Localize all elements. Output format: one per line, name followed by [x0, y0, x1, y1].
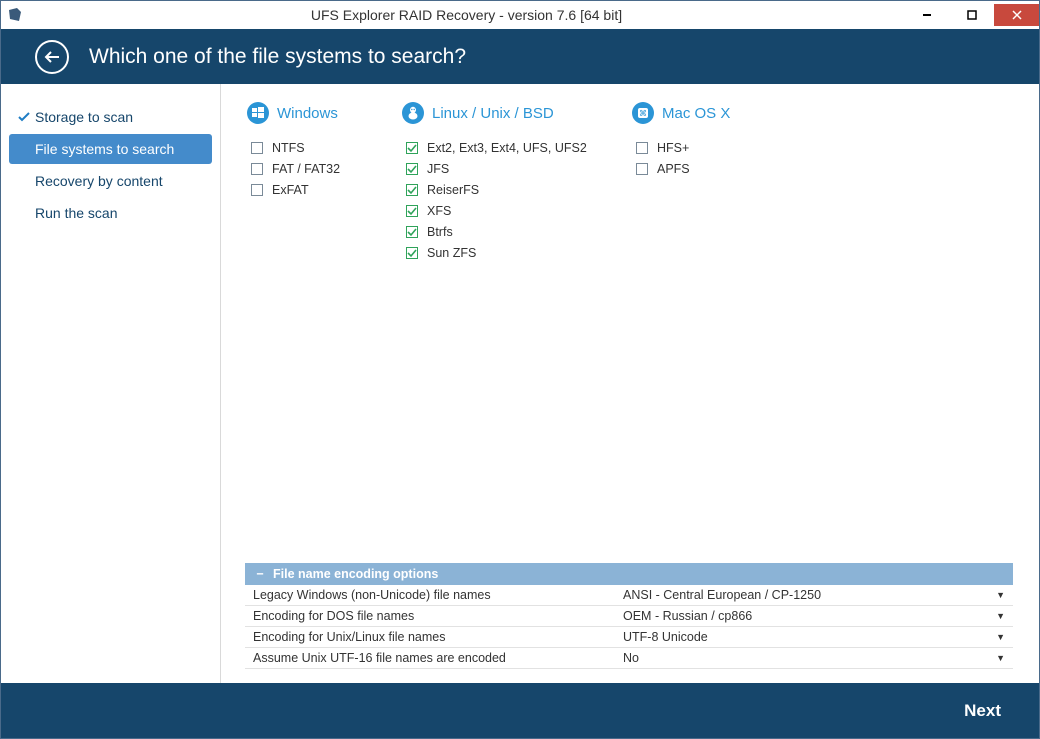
fs-checkbox[interactable]: APFS	[632, 159, 812, 179]
fs-checkbox[interactable]: ExFAT	[247, 180, 402, 200]
checkbox-icon	[251, 184, 263, 196]
encoding-options-panel: − File name encoding options Legacy Wind…	[245, 563, 1013, 669]
group-title: Linux / Unix / BSD	[432, 105, 554, 122]
group-header: Linux / Unix / BSD	[402, 102, 632, 124]
checkbox-icon	[406, 205, 418, 217]
encoding-row-select[interactable]: No ▼	[615, 648, 1013, 668]
close-button[interactable]	[994, 4, 1039, 26]
wizard-steps: Storage to scan File systems to search R…	[1, 84, 221, 683]
group-mac: ⌘ Mac OS X HFS+ APFS	[632, 102, 812, 180]
step-label: Run the scan	[35, 205, 118, 221]
step-label: Storage to scan	[35, 109, 133, 125]
app-icon	[7, 7, 23, 23]
fs-checkbox[interactable]: NTFS	[247, 138, 402, 158]
chevron-down-icon: ▼	[996, 653, 1005, 663]
encoding-row-select[interactable]: UTF-8 Unicode ▼	[615, 627, 1013, 647]
window-controls	[904, 4, 1039, 26]
checkbox-icon	[251, 142, 263, 154]
fs-label: APFS	[657, 162, 690, 176]
step-run-the-scan[interactable]: Run the scan	[9, 198, 212, 228]
checkmark-icon	[17, 110, 35, 124]
encoding-options-header[interactable]: − File name encoding options	[245, 563, 1013, 585]
mac-icon: ⌘	[632, 102, 654, 124]
checkbox-icon	[406, 142, 418, 154]
maximize-button[interactable]	[949, 4, 994, 26]
group-windows: Windows NTFS FAT / FAT32 ExFAT	[247, 102, 402, 201]
encoding-row-label: Encoding for DOS file names	[245, 606, 615, 626]
svg-text:⌘: ⌘	[639, 109, 647, 118]
chevron-down-icon: ▼	[996, 611, 1005, 621]
window-title: UFS Explorer RAID Recovery - version 7.6…	[29, 7, 904, 23]
encoding-row-label: Legacy Windows (non-Unicode) file names	[245, 585, 615, 605]
fs-checkbox[interactable]: HFS+	[632, 138, 812, 158]
fs-checkbox[interactable]: ReiserFS	[402, 180, 632, 200]
group-header: Windows	[247, 102, 402, 124]
encoding-row-label: Assume Unix UTF-16 file names are encode…	[245, 648, 615, 668]
collapse-icon: −	[253, 567, 267, 581]
encoding-row-value: OEM - Russian / cp866	[623, 609, 752, 623]
fs-label: NTFS	[272, 141, 305, 155]
checkbox-icon	[406, 226, 418, 238]
step-recovery-by-content[interactable]: Recovery by content	[9, 166, 212, 196]
wizard-header: Which one of the file systems to search?	[1, 29, 1039, 84]
next-button[interactable]: Next	[964, 701, 1001, 721]
fs-label: JFS	[427, 162, 449, 176]
filesystem-groups: Windows NTFS FAT / FAT32 ExFAT Linux / Uni…	[221, 84, 1039, 563]
encoding-options-title: File name encoding options	[273, 567, 438, 581]
step-label: Recovery by content	[35, 173, 163, 189]
checkbox-icon	[636, 142, 648, 154]
group-header: ⌘ Mac OS X	[632, 102, 812, 124]
encoding-row-label: Encoding for Unix/Linux file names	[245, 627, 615, 647]
checkbox-icon	[406, 247, 418, 259]
fs-label: Btrfs	[427, 225, 453, 239]
fs-checkbox[interactable]: XFS	[402, 201, 632, 221]
app-window: UFS Explorer RAID Recovery - version 7.6…	[0, 0, 1040, 739]
back-button[interactable]	[35, 40, 69, 74]
fs-label: ExFAT	[272, 183, 309, 197]
encoding-row: Assume Unix UTF-16 file names are encode…	[245, 648, 1013, 669]
step-storage-to-scan[interactable]: Storage to scan	[9, 102, 212, 132]
titlebar: UFS Explorer RAID Recovery - version 7.6…	[1, 1, 1039, 29]
encoding-row: Encoding for Unix/Linux file namesUTF-8 …	[245, 627, 1013, 648]
linux-icon	[402, 102, 424, 124]
checkbox-icon	[406, 184, 418, 196]
step-label: File systems to search	[35, 141, 174, 157]
fs-checkbox[interactable]: FAT / FAT32	[247, 159, 402, 179]
fs-checkbox[interactable]: Btrfs	[402, 222, 632, 242]
fs-checkbox[interactable]: Sun ZFS	[402, 243, 632, 263]
windows-icon	[247, 102, 269, 124]
wizard-footer: Next	[1, 683, 1039, 738]
checkbox-icon	[251, 163, 263, 175]
fs-label: XFS	[427, 204, 451, 218]
chevron-down-icon: ▼	[996, 632, 1005, 642]
fs-checkbox[interactable]: JFS	[402, 159, 632, 179]
fs-label: Sun ZFS	[427, 246, 476, 260]
encoding-row-value: No	[623, 651, 639, 665]
fs-label: HFS+	[657, 141, 689, 155]
fs-checkbox[interactable]: Ext2, Ext3, Ext4, UFS, UFS2	[402, 138, 632, 158]
group-title: Mac OS X	[662, 105, 730, 122]
minimize-button[interactable]	[904, 4, 949, 26]
encoding-row: Legacy Windows (non-Unicode) file namesA…	[245, 585, 1013, 606]
encoding-row-value: UTF-8 Unicode	[623, 630, 708, 644]
fs-label: FAT / FAT32	[272, 162, 340, 176]
encoding-row-value: ANSI - Central European / CP-1250	[623, 588, 821, 602]
group-title: Windows	[277, 105, 338, 122]
encoding-row-select[interactable]: OEM - Russian / cp866 ▼	[615, 606, 1013, 626]
main-panel: Windows NTFS FAT / FAT32 ExFAT Linux / Uni…	[221, 84, 1039, 683]
checkbox-icon	[406, 163, 418, 175]
chevron-down-icon: ▼	[996, 590, 1005, 600]
group-linux: Linux / Unix / BSD Ext2, Ext3, Ext4, UFS…	[402, 102, 632, 264]
encoding-row-select[interactable]: ANSI - Central European / CP-1250 ▼	[615, 585, 1013, 605]
fs-label: Ext2, Ext3, Ext4, UFS, UFS2	[427, 141, 587, 155]
page-title: Which one of the file systems to search?	[89, 45, 466, 69]
fs-label: ReiserFS	[427, 183, 479, 197]
wizard-body: Storage to scan File systems to search R…	[1, 84, 1039, 683]
step-file-systems[interactable]: File systems to search	[9, 134, 212, 164]
encoding-row: Encoding for DOS file namesOEM - Russian…	[245, 606, 1013, 627]
checkbox-icon	[636, 163, 648, 175]
